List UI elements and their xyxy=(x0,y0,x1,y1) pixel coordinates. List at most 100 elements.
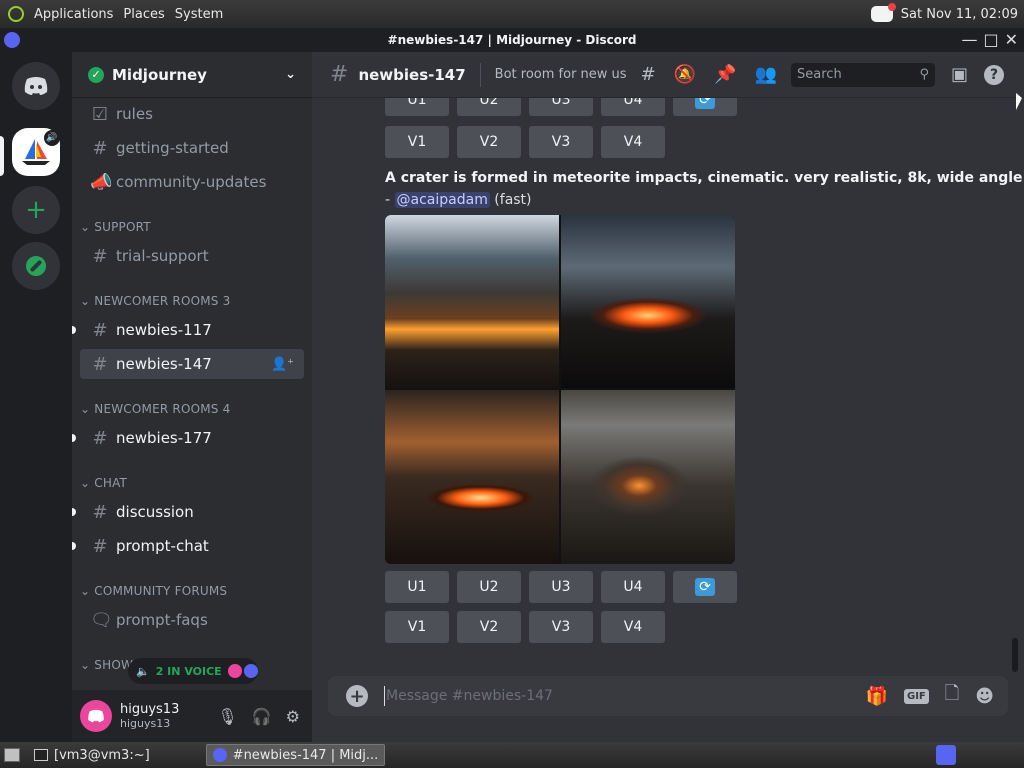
variation-button-1[interactable]: V1 xyxy=(385,611,449,643)
guild-header[interactable]: ✓ Midjourney ⌄ xyxy=(72,52,312,98)
terminal-label: [vm3@vm3:~] xyxy=(54,747,150,763)
unread-indicator xyxy=(72,542,76,550)
taskbar-item-discord[interactable]: #newbies-147 | Midj... xyxy=(205,744,386,766)
message-composer[interactable]: + Message #newbies-147 🎁 GIF 🗋 ☻ xyxy=(328,676,1008,716)
message-scrollbar[interactable] xyxy=(1012,638,1018,672)
variation-button-4[interactable]: V4 xyxy=(601,611,665,643)
menu-applications[interactable]: Applications xyxy=(34,7,113,22)
channel-getting-started[interactable]: # getting-started xyxy=(80,133,304,163)
maximize-icon[interactable]: □ xyxy=(983,30,998,49)
minimize-icon[interactable]: — xyxy=(961,30,977,49)
channel-newbies-147[interactable]: # newbies-147 👤⁺ xyxy=(80,349,304,379)
gift-icon[interactable]: 🎁 xyxy=(866,686,888,707)
channel-label: newbies-177 xyxy=(116,429,212,447)
emoji-icon[interactable]: ☻ xyxy=(975,686,994,707)
reroll-button[interactable]: ⟳ xyxy=(673,571,737,603)
user-mention[interactable]: @acaipadam xyxy=(394,192,490,208)
pin-icon[interactable]: 📌 xyxy=(714,64,736,85)
upscale-button-1[interactable]: U1 xyxy=(385,98,449,116)
message-input-placeholder[interactable]: Message #newbies-147 xyxy=(386,688,553,704)
variation-button-4[interactable]: V4 xyxy=(601,126,665,158)
user-panel: higuys13 higuys13 🎙 🎧 ⚙ xyxy=(72,690,312,742)
image-quadrant-4 xyxy=(561,390,735,564)
close-icon[interactable]: ✕ xyxy=(1005,30,1018,49)
help-icon[interactable]: ? xyxy=(984,64,1005,85)
mouse-pointer-icon xyxy=(1016,93,1022,110)
menu-places[interactable]: Places xyxy=(123,7,164,22)
upscale-button-2[interactable]: U2 xyxy=(457,98,521,116)
category-support[interactable]: ⌄ SUPPORT xyxy=(80,220,151,234)
notification-mute-icon[interactable]: 🔕 xyxy=(674,64,696,85)
upscale-button-4[interactable]: U4 xyxy=(601,98,665,116)
channel-prompt-faqs[interactable]: 🗨 prompt-faqs xyxy=(80,605,304,635)
voice-speaker-badge-icon: 🔊 xyxy=(44,130,60,146)
discord-tray-icon[interactable] xyxy=(870,3,896,22)
taskbar-item-terminal[interactable]: [vm3@vm3:~] xyxy=(28,744,156,766)
variation-button-1[interactable]: V1 xyxy=(385,126,449,158)
reroll-button[interactable]: ⟳ xyxy=(673,98,737,116)
upscale-button-1[interactable]: U1 xyxy=(385,571,449,603)
search-placeholder: Search xyxy=(797,67,842,82)
channel-prompt-chat[interactable]: # prompt-chat xyxy=(80,531,304,561)
category-chat[interactable]: ⌄ CHAT xyxy=(80,476,127,490)
explore-servers-button[interactable] xyxy=(12,242,60,290)
upscale-button-4[interactable]: U4 xyxy=(601,571,665,603)
thread-hash-icon: # xyxy=(330,62,349,87)
chevron-down-icon: ⌄ xyxy=(285,67,296,82)
channel-newbies-177[interactable]: # newbies-177 xyxy=(80,423,304,453)
channel-community-updates[interactable]: 📣 community-updates xyxy=(80,167,304,197)
speaker-icon: 🔈 xyxy=(136,664,150,678)
discord-avatar-icon xyxy=(88,709,104,723)
members-icon[interactable]: 👥 xyxy=(755,64,777,85)
mute-mic-icon[interactable]: 🎙 xyxy=(217,707,237,726)
channel-rules[interactable]: ☑ rules xyxy=(80,99,304,129)
show-desktop-icon[interactable] xyxy=(4,748,20,762)
voice-status-pill[interactable]: 🔈 2 IN VOICE xyxy=(128,658,258,684)
variation-button-3[interactable]: V3 xyxy=(529,126,593,158)
user-settings-gear-icon[interactable]: ⚙ xyxy=(286,707,300,726)
channel-label: rules xyxy=(116,105,153,123)
voice-avatar xyxy=(227,664,242,678)
add-attachment-icon[interactable]: + xyxy=(346,685,368,707)
channel-label: newbies-147 xyxy=(116,355,212,373)
unread-indicator xyxy=(72,326,76,334)
channel-label: prompt-chat xyxy=(116,537,209,555)
home-discord-button[interactable] xyxy=(12,62,60,110)
menu-system[interactable]: System xyxy=(175,7,223,22)
workspace-discord-icon[interactable] xyxy=(936,745,956,765)
channel-newbies-117[interactable]: # newbies-117 xyxy=(80,315,304,345)
headphones-icon[interactable]: 🎧 xyxy=(252,707,272,726)
search-box[interactable]: Search ⚲ xyxy=(791,62,936,87)
system-logo-icon[interactable] xyxy=(8,6,24,22)
upscale-button-2[interactable]: U2 xyxy=(457,571,521,603)
window-title-bar: #newbies-147 | Midjourney - Discord — □ … xyxy=(0,28,1024,52)
category-newcomer-rooms-3[interactable]: ⌄ NEWCOMER ROOMS 3 xyxy=(80,294,230,308)
refresh-icon: ⟳ xyxy=(695,98,715,109)
sticker-icon[interactable]: 🗋 xyxy=(945,681,959,711)
upscale-button-3[interactable]: U3 xyxy=(529,571,593,603)
channel-discussion[interactable]: # discussion xyxy=(80,497,304,527)
channel-trial-support[interactable]: # trial-support xyxy=(80,241,304,271)
variation-button-2[interactable]: V2 xyxy=(457,611,521,643)
inbox-icon[interactable]: ▣ xyxy=(951,64,968,85)
avatar[interactable] xyxy=(80,700,112,732)
image-quadrant-3 xyxy=(385,390,559,564)
generated-image-grid[interactable] xyxy=(385,215,735,564)
add-server-button[interactable]: + xyxy=(12,186,60,234)
system-clock[interactable]: Sat Nov 11, 02:09 xyxy=(901,7,1018,22)
category-community-forums[interactable]: ⌄ COMMUNITY FORUMS xyxy=(80,584,227,598)
gif-button[interactable]: GIF xyxy=(903,688,929,704)
threads-icon[interactable]: # xyxy=(641,64,656,85)
variation-button-3[interactable]: V3 xyxy=(529,611,593,643)
meta-dash: - xyxy=(385,192,391,208)
forum-icon: 🗨 xyxy=(90,609,113,631)
upscale-button-3[interactable]: U3 xyxy=(529,98,593,116)
channel-label: trial-support xyxy=(116,247,209,265)
thread-hash-icon: # xyxy=(92,427,108,449)
invite-member-icon[interactable]: 👤⁺ xyxy=(271,357,294,372)
channel-sidebar: ✓ Midjourney ⌄ ☑ rules # getting-started… xyxy=(72,52,312,742)
channel-topic[interactable]: Bot room for new us... xyxy=(495,67,627,82)
variation-button-2[interactable]: V2 xyxy=(457,126,521,158)
category-newcomer-rooms-4[interactable]: ⌄ NEWCOMER ROOMS 4 xyxy=(80,402,230,416)
channel-label: getting-started xyxy=(116,139,229,157)
